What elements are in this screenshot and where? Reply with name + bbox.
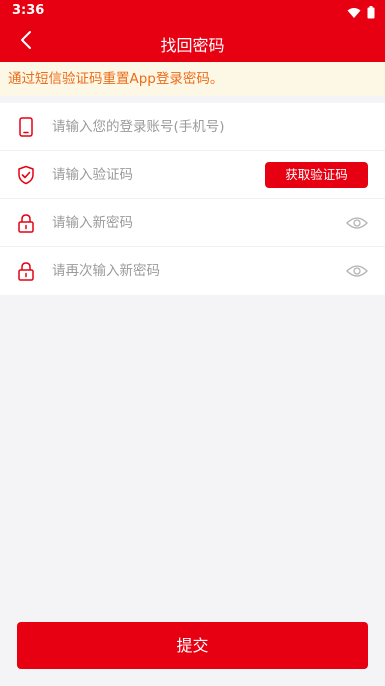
lock-icon [16,260,36,282]
wifi-icon [347,4,361,23]
eye-icon[interactable] [345,262,369,280]
status-icons [347,4,375,23]
notice-banner: 通过短信验证码重置App登录密码。 [0,62,385,96]
nav-bar: 找回密码 [0,22,385,62]
verification-code-input[interactable] [52,151,252,199]
status-bar: 3:36 [0,0,385,22]
code-row: 获取验证码 [0,151,385,199]
status-time: 3:36 [12,3,45,18]
confirm-password-input[interactable] [52,247,252,295]
phone-icon [16,116,36,138]
submit-button[interactable]: 提交 [17,622,368,669]
new-password-row [0,199,385,247]
reset-password-form: 获取验证码 [0,103,385,295]
get-code-button[interactable]: 获取验证码 [265,162,368,188]
lock-icon [16,212,36,234]
confirm-password-row [0,247,385,295]
eye-icon[interactable] [345,214,369,232]
account-row [0,103,385,151]
page-title: 找回密码 [160,36,225,55]
new-password-input[interactable] [52,199,252,247]
account-input[interactable] [52,103,332,151]
battery-icon [367,4,375,23]
shield-check-icon [16,164,36,186]
